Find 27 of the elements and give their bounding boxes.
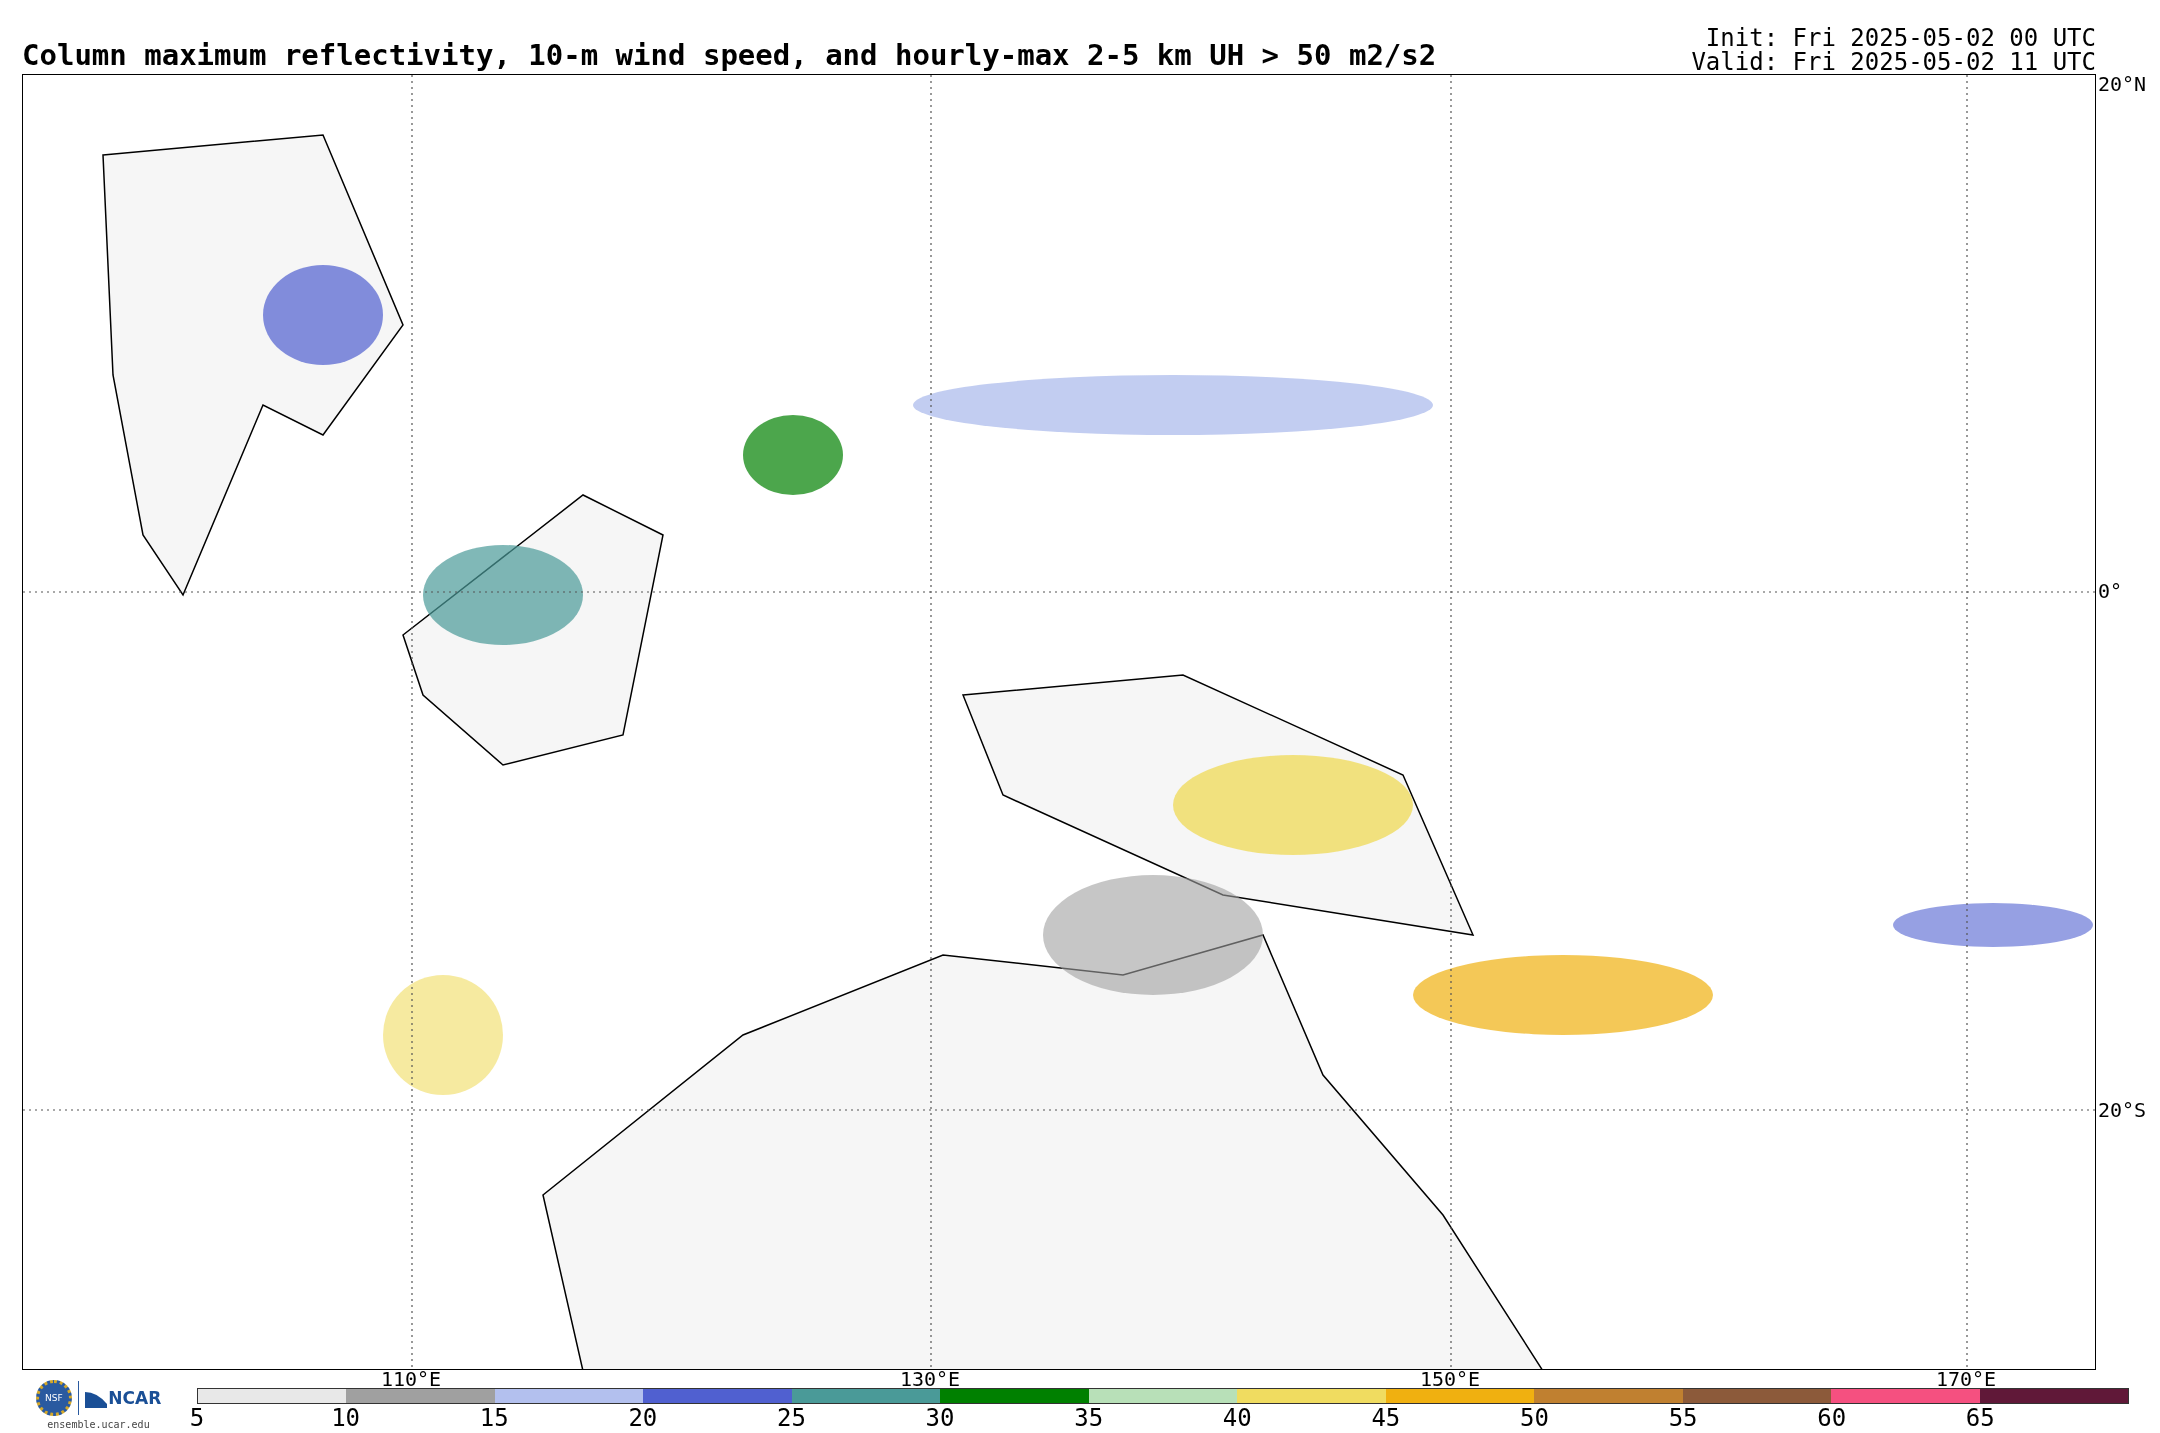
nsf-logo: NSF <box>35 1380 72 1416</box>
scale-value: 50 <box>1520 1404 1549 1433</box>
longitude-label: 130°E <box>899 1370 961 1388</box>
init-time: Init: Fri 2025-05-02 00 UTC <box>1705 26 2096 50</box>
chart-title: Column maximum reflectivity, 10-m wind speed, and hourly-max 2-5 km UH > 50 m2/s2 <box>22 41 1437 74</box>
longitude-label: 150°E <box>1419 1370 1481 1388</box>
scale-value: 20 <box>628 1404 658 1433</box>
scale-value: 40 <box>1222 1404 1252 1433</box>
valid-time: Valid: Fri 2025-05-02 11 UTC <box>1691 50 2096 74</box>
ncar-logo: NCAR <box>85 1388 162 1408</box>
scale-value: 15 <box>479 1404 509 1433</box>
longitude-label: 170°E <box>1935 1370 1997 1388</box>
scale-value: 25 <box>777 1404 806 1433</box>
scale-value: 35 <box>1074 1404 1104 1433</box>
scale-value: 5 <box>189 1404 205 1433</box>
scale-value: 65 <box>1965 1404 1995 1433</box>
swoosh-icon <box>85 1390 108 1408</box>
scale-value: 45 <box>1371 1404 1401 1433</box>
latitude-label: 0° <box>2098 581 2123 602</box>
scale-value: 10 <box>331 1404 361 1433</box>
latitude-label: 20°N <box>2098 74 2147 94</box>
longitude-label: 110°E <box>380 1370 442 1388</box>
scale-value: 60 <box>1817 1404 1847 1433</box>
latitude-label: 20°S <box>2098 1099 2147 1120</box>
scale-value: 55 <box>1668 1404 1698 1433</box>
site-url: ensemble.ucar.edu <box>47 1419 150 1430</box>
scale-value: 30 <box>925 1404 955 1433</box>
